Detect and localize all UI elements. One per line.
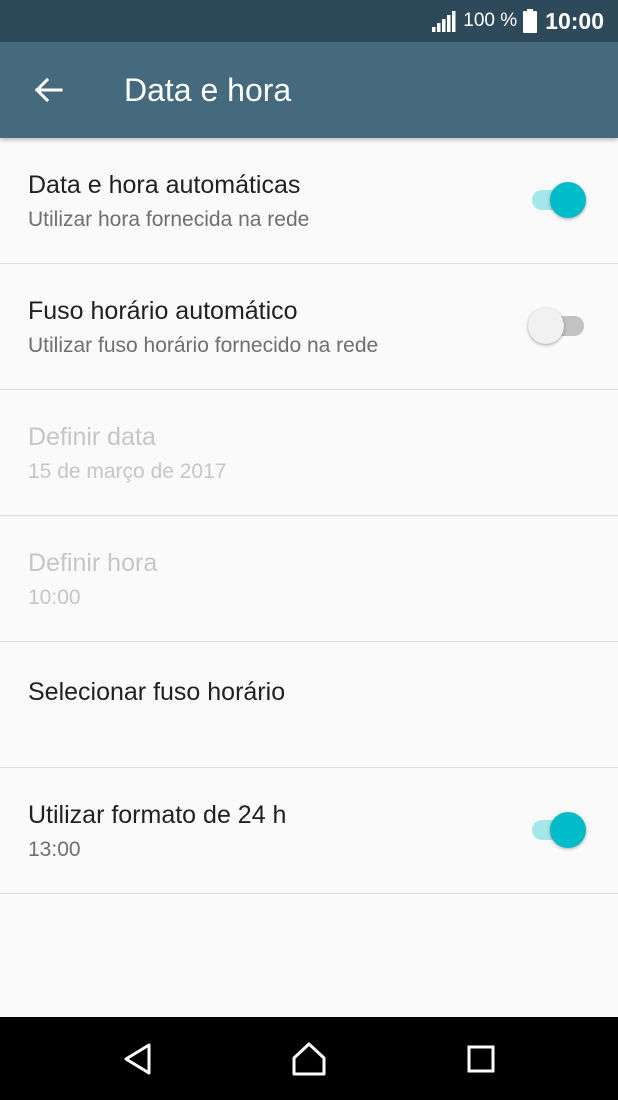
setting-subtitle: 15 de março de 2017 (28, 460, 227, 483)
auto-timezone-toggle[interactable] (528, 308, 584, 344)
arrow-left-icon (34, 77, 63, 103)
status-indicators: 100 % 10:00 (431, 0, 604, 42)
battery-icon (523, 9, 538, 33)
setting-auto-date-time[interactable]: Data e hora automáticas Utilizar hora fo… (0, 138, 618, 264)
toggle-thumb (550, 812, 586, 848)
toggle-thumb (528, 308, 564, 344)
setting-select-timezone[interactable]: Selecionar fuso horário (0, 642, 618, 768)
page-title: Data e hora (124, 72, 292, 108)
settings-list: Data e hora automáticas Utilizar hora fo… (0, 138, 618, 894)
setting-title: Utilizar formato de 24 h (28, 801, 287, 829)
status-time: 10:00 (545, 7, 604, 34)
nav-home-button[interactable] (289, 1039, 329, 1079)
toggle-thumb (550, 182, 586, 218)
auto-date-time-toggle[interactable] (532, 182, 586, 218)
setting-title: Definir data (28, 423, 156, 451)
setting-title: Selecionar fuso horário (28, 678, 286, 706)
signal-icon (432, 11, 456, 32)
battery-percent: 100 % (463, 10, 518, 31)
status-bar: 100 % 10:00 (0, 0, 618, 42)
setting-subtitle: Utilizar hora fornecida na rede (28, 208, 310, 231)
nav-back-button[interactable] (118, 1039, 158, 1079)
recents-square-icon (467, 1045, 495, 1073)
home-icon (292, 1042, 326, 1076)
navigation-bar (0, 1017, 618, 1100)
setting-set-time: Definir hora 10:00 (0, 516, 618, 642)
setting-set-date: Definir data 15 de março de 2017 (0, 390, 618, 516)
setting-subtitle: 13:00 (28, 838, 81, 861)
setting-title: Fuso horário automático (28, 297, 298, 325)
setting-auto-timezone[interactable]: Fuso horário automático Utilizar fuso ho… (0, 264, 618, 390)
24h-format-toggle[interactable] (532, 812, 586, 848)
setting-subtitle: Utilizar fuso horário fornecido na rede (28, 334, 379, 357)
setting-subtitle: 10:00 (28, 586, 81, 609)
nav-recents-button[interactable] (461, 1039, 501, 1079)
back-button[interactable] (22, 66, 74, 114)
setting-title: Definir hora (28, 549, 158, 577)
back-triangle-icon (124, 1043, 151, 1075)
app-bar: Data e hora (0, 42, 618, 138)
setting-24h-format[interactable]: Utilizar formato de 24 h 13:00 (0, 768, 618, 894)
setting-title: Data e hora automáticas (28, 171, 301, 199)
